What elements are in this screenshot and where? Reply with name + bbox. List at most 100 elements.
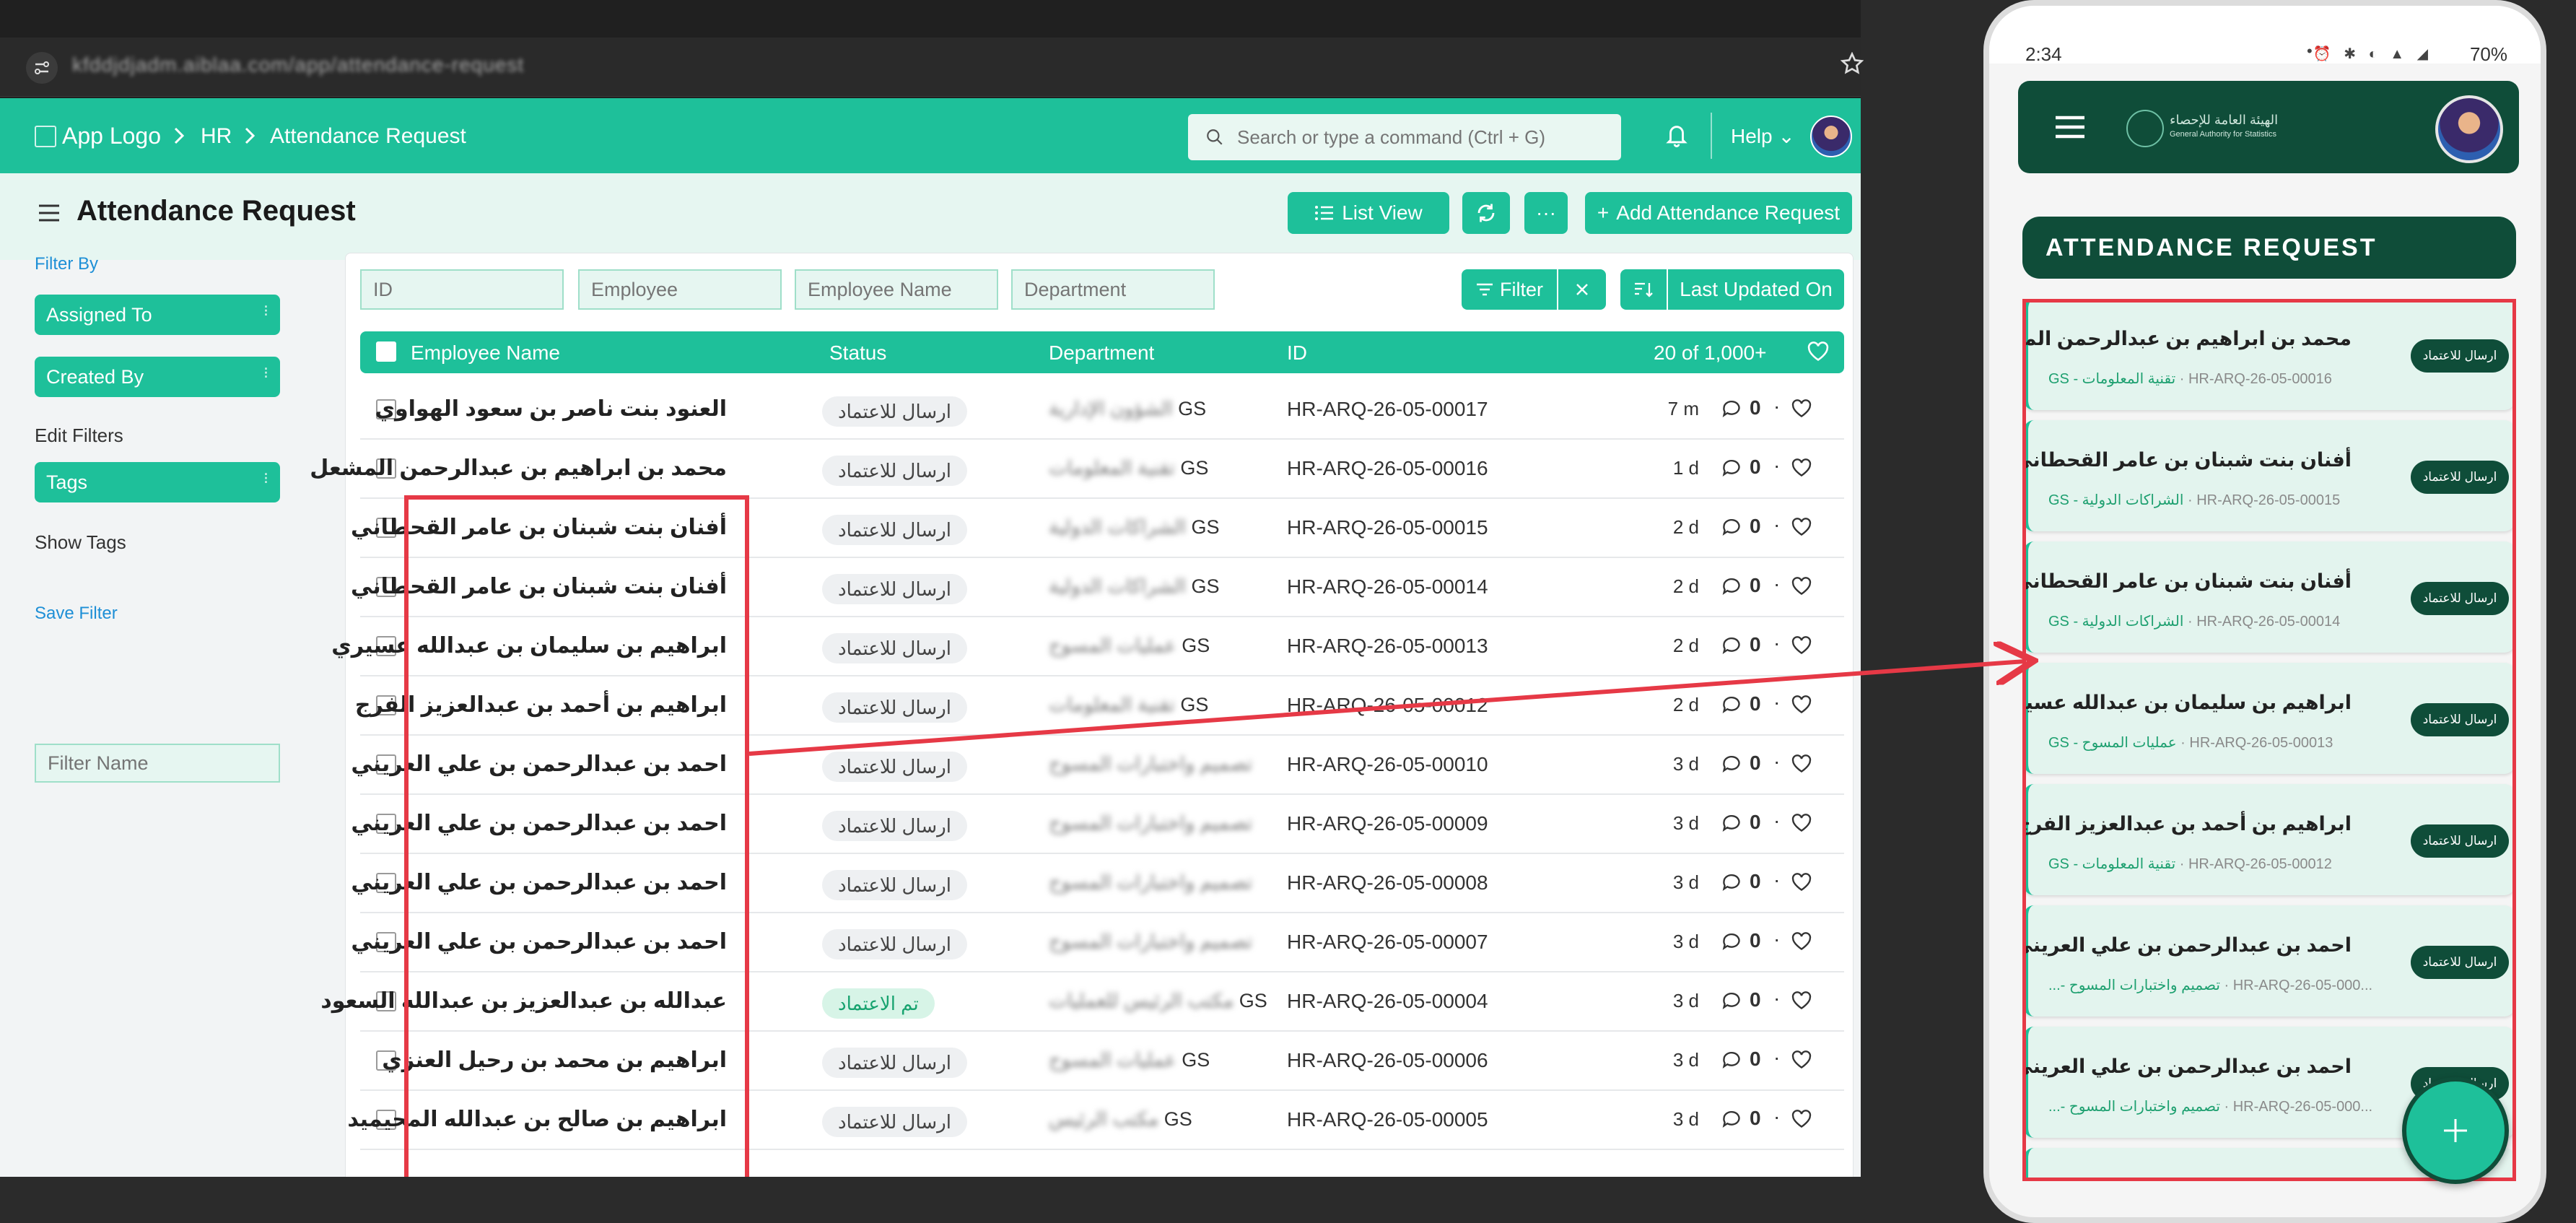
comment-icon[interactable]: [1721, 932, 1742, 951]
department-blurred: عمليات المسوح: [1049, 635, 1176, 656]
heart-icon[interactable]: [1791, 1110, 1812, 1128]
bookmark-star-icon[interactable]: [1841, 52, 1864, 75]
notification-bell-icon[interactable]: [1664, 121, 1689, 149]
help-menu[interactable]: Help ⌄: [1731, 124, 1795, 148]
column-employee-name[interactable]: Employee Name: [411, 341, 560, 365]
comment-icon[interactable]: [1721, 458, 1742, 477]
heart-icon[interactable]: [1791, 518, 1812, 536]
comment-icon[interactable]: [1721, 636, 1742, 655]
created-by-label: Created By: [46, 365, 144, 388]
request-id: HR-ARQ-26-05-00009: [1287, 812, 1488, 835]
logo-alt-text: App Logo: [62, 123, 162, 149]
comment-count: 0: [1750, 752, 1761, 774]
heart-icon[interactable]: [1791, 399, 1812, 418]
column-id[interactable]: ID: [1287, 341, 1307, 365]
separator-dot: ·: [1773, 513, 1781, 536]
department-filter-input[interactable]: [1011, 269, 1215, 310]
heart-icon[interactable]: [1791, 458, 1812, 477]
comment-icon[interactable]: [1721, 399, 1742, 418]
heart-icon[interactable]: [1791, 814, 1812, 832]
user-avatar[interactable]: [1810, 116, 1852, 157]
url-text[interactable]: kfddjdjadm.aiblaa.com/app/attendance-req…: [72, 53, 524, 77]
created-by-filter[interactable]: Created By ⁝: [35, 357, 280, 397]
comment-count: 0: [1750, 396, 1761, 419]
add-attendance-request-button[interactable]: + Add Attendance Request: [1585, 192, 1852, 234]
heart-icon[interactable]: [1791, 577, 1812, 596]
heart-icon[interactable]: [1791, 991, 1812, 1010]
app-logo[interactable]: App Logo: [35, 123, 161, 149]
edit-filters-link[interactable]: Edit Filters: [35, 425, 123, 447]
help-label: Help: [1731, 125, 1773, 147]
heart-icon[interactable]: [1791, 695, 1812, 714]
tags-filter[interactable]: Tags ⁝: [35, 462, 280, 502]
department-suffix: GS: [1180, 694, 1209, 715]
modified-age: 7 m: [1667, 398, 1699, 419]
page-title: Attendance Request: [77, 195, 356, 227]
comment-count: 0: [1750, 929, 1761, 952]
heart-icon[interactable]: [1791, 1050, 1812, 1069]
breadcrumb-attendance-request[interactable]: Attendance Request: [270, 124, 466, 149]
employee-name[interactable]: محمد بن ابراهيم بن عبدالرحمن المشعل: [310, 456, 727, 481]
status-badge: ارسال للاعتماد: [822, 456, 967, 486]
department-cell: عمليات المسوح GS: [1049, 635, 1210, 657]
comment-icon[interactable]: [1721, 991, 1742, 1010]
more-actions-button[interactable]: ···: [1524, 192, 1568, 234]
status-badge: ارسال للاعتماد: [822, 515, 967, 545]
add-fab-button[interactable]: [2402, 1077, 2509, 1184]
department-suffix: GS: [1163, 1108, 1192, 1130]
employee-name[interactable]: العنود بنت ناصر بن سعود الهواوي: [375, 396, 727, 422]
comment-icon[interactable]: [1721, 754, 1742, 773]
heart-icon[interactable]: [1791, 754, 1812, 773]
department-suffix: GS: [1182, 1049, 1210, 1071]
heart-icon[interactable]: [1807, 341, 1830, 362]
heart-icon[interactable]: [1791, 873, 1812, 892]
department-cell: عمليات المسوح GS: [1049, 1049, 1210, 1071]
table-row[interactable]: محمد بن ابراهيم بن عبدالرحمن المشعل ارسا…: [310, 440, 1844, 499]
select-all-checkbox[interactable]: [376, 341, 396, 362]
search-bar[interactable]: [1188, 114, 1621, 160]
filter-name-input[interactable]: [35, 744, 280, 783]
comment-icon[interactable]: [1721, 518, 1742, 536]
comment-icon[interactable]: [1721, 695, 1742, 714]
site-settings-icon[interactable]: [26, 52, 58, 84]
sort-by-button[interactable]: Last Updated On: [1668, 269, 1844, 310]
column-department[interactable]: Department: [1049, 341, 1154, 365]
heart-icon[interactable]: [1791, 932, 1812, 951]
modified-age: 2 d: [1672, 694, 1699, 715]
employee-filter-input[interactable]: [578, 269, 782, 310]
phone-user-avatar[interactable]: [2435, 95, 2503, 163]
address-bar[interactable]: kfddjdjadm.aiblaa.com/app/attendance-req…: [0, 38, 1861, 97]
sort-direction-button[interactable]: [1620, 269, 1667, 310]
id-filter-input[interactable]: [360, 269, 564, 310]
page-header: Attendance Request List View ··· + Add A…: [0, 173, 1861, 260]
department-cell: تقنية المعلومات GS: [1049, 457, 1208, 479]
table-row[interactable]: العنود بنت ناصر بن سعود الهواوي ارسال لل…: [360, 380, 1844, 440]
clear-filter-button[interactable]: [1558, 269, 1606, 310]
comment-count: 0: [1750, 456, 1761, 478]
menu-icon[interactable]: [2054, 114, 2086, 140]
status-dot: •: [2307, 42, 2313, 60]
comment-icon[interactable]: [1721, 873, 1742, 892]
employee-name-filter-input[interactable]: [795, 269, 998, 310]
request-id: HR-ARQ-26-05-00012: [1287, 694, 1488, 716]
save-filter-link[interactable]: Save Filter: [35, 604, 118, 624]
search-input[interactable]: [1237, 126, 1612, 149]
department-cell: الشراكات الدولية GS: [1049, 575, 1220, 598]
comment-icon[interactable]: [1721, 577, 1742, 596]
department-suffix: GS: [1182, 635, 1210, 656]
heart-icon[interactable]: [1791, 636, 1812, 655]
show-tags-link[interactable]: Show Tags: [35, 531, 126, 554]
department-blurred: تصميم واختبارات المسوح: [1049, 753, 1253, 775]
sidebar-toggle-icon[interactable]: [38, 202, 61, 224]
comment-icon[interactable]: [1721, 1110, 1742, 1128]
comment-icon[interactable]: [1721, 1050, 1742, 1069]
assigned-to-filter[interactable]: Assigned To ⁝: [35, 295, 280, 335]
filter-button[interactable]: Filter: [1462, 269, 1557, 310]
request-id: HR-ARQ-26-05-00005: [1287, 1108, 1488, 1131]
comment-icon[interactable]: [1721, 814, 1742, 832]
breadcrumb-hr[interactable]: HR: [201, 124, 232, 149]
department-blurred: مكتب الرئيس: [1049, 1108, 1159, 1130]
column-status[interactable]: Status: [829, 341, 886, 365]
list-view-button[interactable]: List View: [1288, 192, 1449, 234]
refresh-button[interactable]: [1462, 192, 1510, 234]
